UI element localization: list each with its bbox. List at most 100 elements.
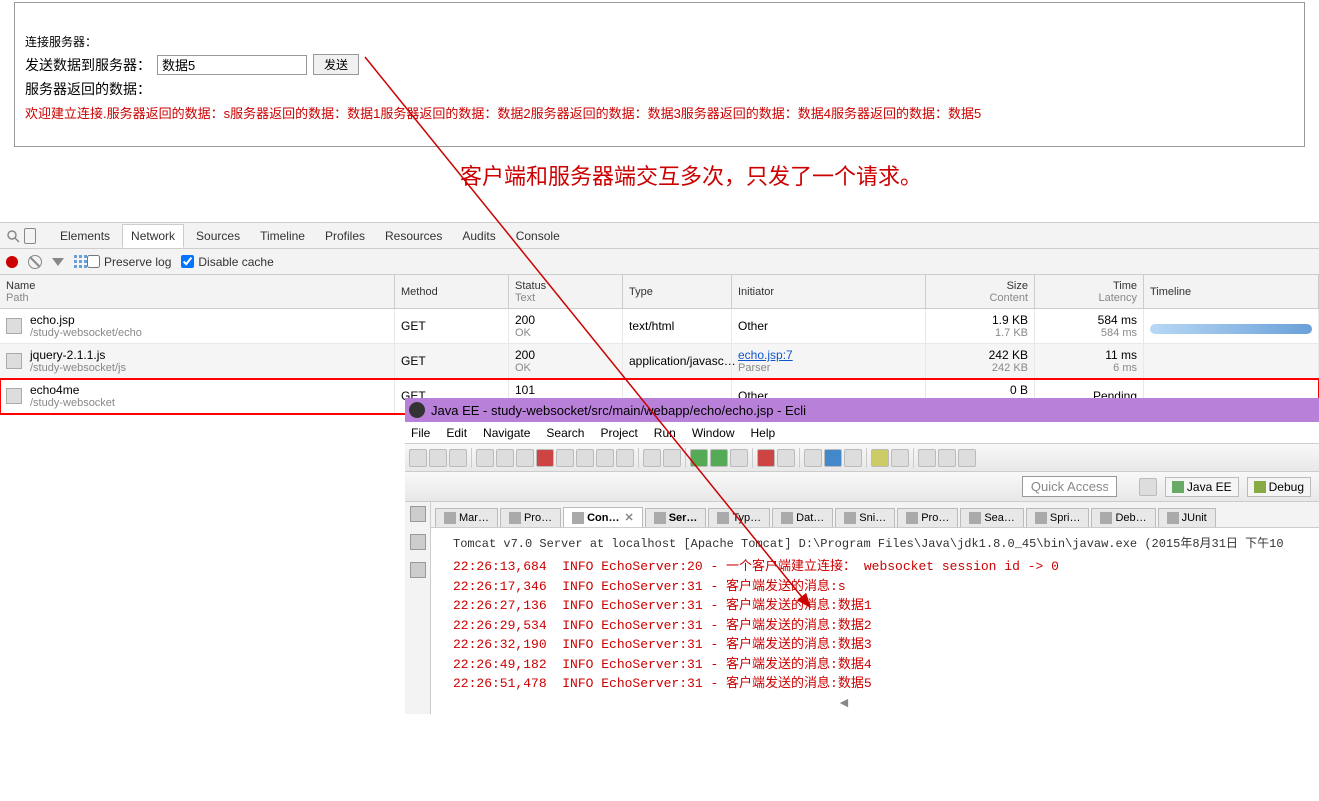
eclipse-tab[interactable]: Pro… — [500, 508, 561, 527]
header-timeline[interactable]: Timeline — [1144, 275, 1319, 308]
eclipse-tab[interactable]: JUnit — [1158, 508, 1216, 527]
header-name[interactable]: NamePath — [0, 275, 395, 308]
quick-access-input[interactable] — [1022, 476, 1117, 497]
tab-icon — [572, 512, 584, 524]
tab-icon — [1167, 512, 1179, 524]
eclipse-toolbar — [405, 444, 1319, 472]
tab-audits[interactable]: Audits — [454, 225, 503, 247]
sidebar-icon-2[interactable] — [410, 534, 426, 550]
network-toolbar: Preserve log Disable cache — [0, 249, 1319, 275]
eclipse-title-text: Java EE - study-websocket/src/main/webap… — [431, 403, 806, 418]
perspective-debug[interactable]: Debug — [1247, 477, 1311, 497]
console-line: 22:26:13,684 INFO EchoServer:20 - 一个客户端建… — [453, 557, 1309, 577]
record-icon[interactable] — [6, 256, 18, 268]
tab-elements[interactable]: Elements — [52, 225, 118, 247]
tab-sources[interactable]: Sources — [188, 225, 248, 247]
eclipse-tab[interactable]: Ser… — [645, 508, 707, 527]
menu-project[interactable]: Project — [600, 426, 637, 440]
eclipse-tab[interactable]: Spri… — [1026, 508, 1090, 527]
close-icon[interactable]: ✕ — [624, 511, 633, 524]
eclipse-tab[interactable]: Sni… — [835, 508, 895, 527]
perspective-javaee[interactable]: Java EE — [1165, 477, 1239, 497]
eclipse-tab[interactable]: Sea… — [960, 508, 1024, 527]
tab-resources[interactable]: Resources — [377, 225, 450, 247]
tab-console[interactable]: Console — [508, 225, 568, 247]
last-edit-icon[interactable] — [958, 449, 976, 467]
forward-icon[interactable] — [938, 449, 956, 467]
header-size[interactable]: SizeContent — [926, 275, 1035, 308]
droptoframe-icon[interactable] — [643, 449, 661, 467]
stopserver-icon[interactable] — [757, 449, 775, 467]
new-icon[interactable] — [409, 449, 427, 467]
opentype-icon[interactable] — [844, 449, 862, 467]
menu-navigate[interactable]: Navigate — [483, 426, 530, 440]
sidebar-icon-1[interactable] — [410, 506, 426, 522]
tab-icon — [654, 512, 666, 524]
console-line: 22:26:17,346 INFO EchoServer:31 - 客户端发送的… — [453, 577, 1309, 597]
newclass-icon[interactable] — [824, 449, 842, 467]
disconnect-icon[interactable] — [556, 449, 574, 467]
menu-edit[interactable]: Edit — [446, 426, 467, 440]
resume-icon[interactable] — [496, 449, 514, 467]
browser-page: 连接服务器： 发送数据到服务器： 发送 服务器返回的数据： 欢迎建立连接.服务器… — [14, 2, 1305, 147]
stepinto-icon[interactable] — [576, 449, 594, 467]
pause-icon[interactable] — [516, 449, 534, 467]
stepover-icon[interactable] — [596, 449, 614, 467]
header-time[interactable]: TimeLatency — [1035, 275, 1144, 308]
console-line: 22:26:27,136 INFO EchoServer:31 - 客户端发送的… — [453, 596, 1309, 616]
eclipse-tab[interactable]: Dat… — [772, 508, 833, 527]
network-row[interactable]: jquery-2.1.1.js/study-websocket/js GET 2… — [0, 344, 1319, 379]
run-icon[interactable] — [710, 449, 728, 467]
debug-icon[interactable] — [690, 449, 708, 467]
send-input[interactable] — [157, 55, 307, 75]
scroll-left-icon[interactable]: ◄ — [837, 694, 851, 710]
saveall-icon[interactable] — [449, 449, 467, 467]
newpkg-icon[interactable] — [804, 449, 822, 467]
open-perspective-icon[interactable] — [1139, 478, 1157, 496]
eclipse-icon — [409, 402, 425, 418]
stop-icon[interactable] — [536, 449, 554, 467]
view-icon[interactable] — [74, 255, 77, 268]
preserve-log-checkbox[interactable]: Preserve log — [87, 255, 171, 269]
send-button[interactable]: 发送 — [313, 54, 359, 75]
tab-timeline[interactable]: Timeline — [252, 225, 313, 247]
menu-file[interactable]: File — [411, 426, 430, 440]
header-initiator[interactable]: Initiator — [732, 275, 926, 308]
search-toolbar-icon[interactable] — [871, 449, 889, 467]
network-row[interactable]: echo.jsp/study-websocket/echo GET 200OK … — [0, 309, 1319, 344]
menu-search[interactable]: Search — [546, 426, 584, 440]
tab-icon — [969, 512, 981, 524]
eclipse-tab[interactable]: Deb… — [1091, 508, 1155, 527]
menu-help[interactable]: Help — [751, 426, 776, 440]
menu-window[interactable]: Window — [692, 426, 735, 440]
eclipse-sidebar — [405, 502, 431, 714]
header-status[interactable]: StatusText — [509, 275, 623, 308]
back-icon[interactable] — [918, 449, 936, 467]
disable-cache-checkbox[interactable]: Disable cache — [181, 255, 273, 269]
stepreturn-icon[interactable] — [616, 449, 634, 467]
header-type[interactable]: Type — [623, 275, 732, 308]
sidebar-icon-3[interactable] — [410, 562, 426, 578]
annotation-text: 客户端和服务器端交互多次，只发了一个请求。 — [460, 159, 922, 191]
clear-icon[interactable] — [28, 255, 42, 269]
usesteffilters-icon[interactable] — [663, 449, 681, 467]
eclipse-tab[interactable]: Mar… — [435, 508, 498, 527]
publish-icon[interactable] — [777, 449, 795, 467]
search-icon[interactable] — [6, 229, 20, 243]
file-icon — [6, 388, 22, 404]
eclipse-tab[interactable]: Con…✕ — [563, 507, 643, 527]
tab-profiles[interactable]: Profiles — [317, 225, 373, 247]
eclipse-tab[interactable]: Pro… — [897, 508, 958, 527]
device-icon[interactable] — [24, 228, 36, 244]
tab-network[interactable]: Network — [122, 224, 184, 248]
skip-icon[interactable] — [476, 449, 494, 467]
tab-icon — [906, 512, 918, 524]
annotation-icon[interactable] — [891, 449, 909, 467]
runlast-icon[interactable] — [730, 449, 748, 467]
eclipse-tab[interactable]: Typ… — [708, 508, 770, 527]
filter-icon[interactable] — [52, 258, 64, 266]
console-line: 22:26:49,182 INFO EchoServer:31 - 客户端发送的… — [453, 655, 1309, 675]
save-icon[interactable] — [429, 449, 447, 467]
header-method[interactable]: Method — [395, 275, 509, 308]
menu-run[interactable]: Run — [654, 426, 676, 440]
